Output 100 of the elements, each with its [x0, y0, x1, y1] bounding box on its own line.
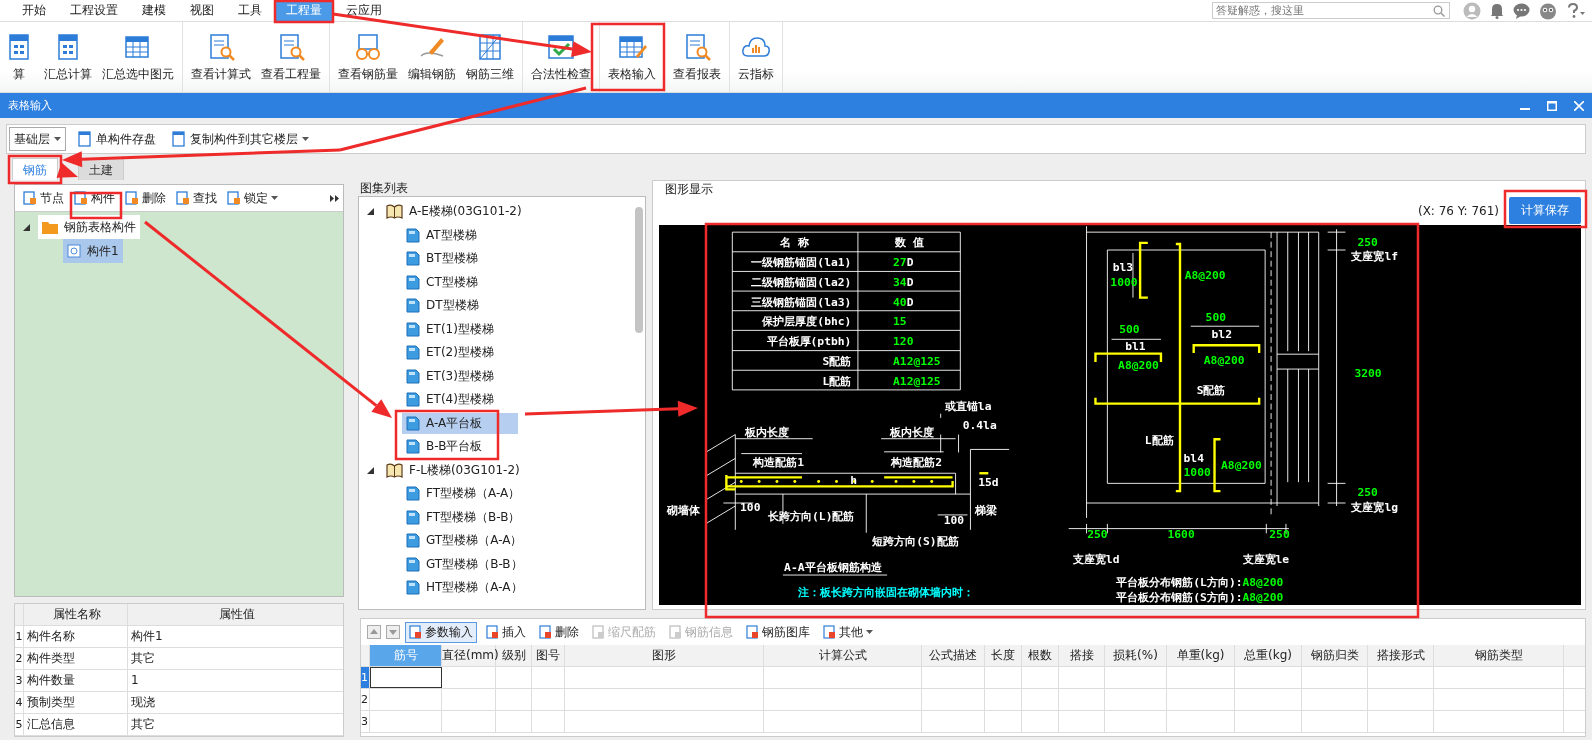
move-down-icon[interactable]	[386, 625, 400, 639]
ribbon-button[interactable]: 表格输入	[604, 22, 660, 92]
menu-tab[interactable]: 建模	[130, 0, 178, 21]
move-up-icon[interactable]	[367, 625, 381, 639]
table-cell[interactable]: 现浇	[127, 692, 343, 713]
tree-item[interactable]: ET(4)型楼梯	[402, 389, 502, 411]
menu-tab[interactable]: 工程设置	[58, 0, 130, 21]
document-icon	[23, 191, 37, 205]
tree-item[interactable]: FT型楼梯（A-A）	[402, 483, 529, 505]
column-header[interactable]: 图号	[532, 645, 565, 666]
tree-item[interactable]: GT型楼梯（B-B）	[402, 553, 531, 575]
row-number: 3	[15, 674, 23, 687]
row-number: 2	[361, 689, 370, 710]
toolbar-button[interactable]: 复制构件到其它楼层	[168, 130, 313, 148]
tree-item[interactable]: FT型楼梯（B-B）	[402, 506, 529, 528]
tool-button[interactable]: 参数输入	[405, 621, 477, 643]
tree-item[interactable]: DT型楼梯	[402, 295, 487, 317]
ribbon-button[interactable]: 汇总计算	[40, 22, 96, 92]
more-icon[interactable]	[330, 194, 339, 202]
ribbon-button[interactable]: 查看报表	[669, 22, 725, 92]
column-header[interactable]: 总重(kg)	[1235, 645, 1302, 666]
column-header[interactable]: 图形	[565, 645, 764, 666]
tool-button[interactable]: 删除	[535, 621, 583, 643]
selected-cell[interactable]	[370, 667, 442, 688]
document-icon	[172, 131, 186, 147]
tree-item[interactable]: F-L楼梯(03G101-2)	[382, 459, 528, 481]
bell-icon[interactable]	[1490, 2, 1504, 19]
table-cell[interactable]: 构件1	[127, 626, 343, 647]
chat-icon[interactable]	[1513, 2, 1530, 19]
ribbon-button[interactable]: 云指标	[734, 22, 778, 92]
tree-item[interactable]: AT型楼梯	[402, 224, 485, 246]
table-cell[interactable]: 其它	[127, 648, 343, 669]
tool-button[interactable]: 查找	[172, 187, 221, 209]
ribbon-button[interactable]: 编辑钢筋	[404, 22, 460, 92]
column-header[interactable]: 搭接形式	[1368, 645, 1434, 666]
column-header[interactable]: 损耗(%)	[1105, 645, 1167, 666]
table-cell: 保护层厚度(bhc)	[762, 315, 852, 329]
expand-triangle-icon[interactable]	[23, 223, 30, 231]
column-header[interactable]: 单重(kg)	[1167, 645, 1235, 666]
expand-triangle-icon[interactable]	[367, 208, 374, 216]
scrollbar-thumb[interactable]	[635, 207, 643, 333]
tree-item[interactable]: ET(1)型楼梯	[402, 318, 502, 340]
column-header[interactable]: 根数	[1022, 645, 1059, 666]
tool-button[interactable]: 锁定	[223, 187, 282, 209]
tree-item[interactable]: A-A平台板	[402, 412, 519, 434]
column-header[interactable]: 公式描述	[922, 645, 985, 666]
floor-dropdown[interactable]: 基础层	[9, 127, 66, 151]
search-field[interactable]: 答疑解惑，搜这里	[1212, 2, 1450, 19]
column-header[interactable]: 计算公式	[764, 645, 922, 666]
ribbon-button[interactable]: 汇总选中图元	[98, 22, 178, 92]
column-header[interactable]: 钢筋类型	[1434, 645, 1564, 666]
drawing-label: 3200	[1354, 366, 1382, 380]
column-header[interactable]: 直径(mm)	[442, 645, 496, 666]
ribbon-button[interactable]: 查看钢筋量	[334, 22, 402, 92]
document-icon	[539, 625, 552, 639]
menu-tab[interactable]: 工具	[226, 0, 274, 21]
ribbon-button[interactable]: 查看工程量	[257, 22, 325, 92]
menu-tab[interactable]: 开始	[10, 0, 58, 21]
tree-item[interactable]: B-B平台板	[402, 436, 491, 458]
tool-button[interactable]: 节点	[19, 187, 68, 209]
tree-item[interactable]: A-E楼梯(03G101-2)	[382, 201, 530, 223]
column-header[interactable]: 长度	[985, 645, 1022, 666]
ribbon-button[interactable]: 查看计算式	[187, 22, 255, 92]
tree-item[interactable]: 构件1	[63, 239, 123, 263]
drawing-label: 构造配筋1	[753, 456, 804, 470]
tree-item[interactable]: ET(2)型楼梯	[402, 342, 502, 364]
tree-item[interactable]: 钢筋表格构件	[38, 215, 140, 239]
drawing-label: 长跨方向(L)配筋	[768, 510, 855, 524]
tool-button[interactable]: 插入	[482, 621, 530, 643]
tree-item[interactable]: CT型楼梯	[402, 271, 486, 293]
mascot-icon[interactable]	[1539, 1, 1557, 20]
expand-triangle-icon[interactable]	[367, 466, 374, 474]
tree-item[interactable]: HT型楼梯（A-A）	[402, 577, 531, 599]
row-number: 1	[361, 667, 370, 688]
ribbon-button[interactable]: 算	[0, 22, 38, 92]
help-icon[interactable]	[1566, 2, 1586, 19]
calculate-save-button[interactable]: 计算保存	[1509, 197, 1581, 225]
tree-item[interactable]: ET(3)型楼梯	[402, 365, 502, 387]
drawing-label: S配筋	[1196, 384, 1226, 397]
tool-button[interactable]: 其他	[819, 621, 877, 643]
document-icon	[486, 625, 499, 639]
column-header[interactable]: 钢筋归类	[1302, 645, 1368, 666]
tab[interactable]: 钢筋	[12, 158, 58, 180]
maximize-icon[interactable]	[1547, 100, 1557, 111]
document-icon	[74, 191, 88, 205]
close-icon[interactable]	[1574, 100, 1584, 111]
tool-button[interactable]: 删除	[121, 187, 170, 209]
tool-button[interactable]: 钢筋图库	[742, 621, 814, 643]
menu-tab[interactable]: 云应用	[334, 0, 394, 21]
menu-tab[interactable]: 视图	[178, 0, 226, 21]
table-cell: 构件数量	[23, 670, 127, 691]
tree-item[interactable]: BT型楼梯	[402, 248, 486, 270]
table-cell[interactable]: 其它	[127, 714, 343, 735]
tree-item[interactable]: GT型楼梯（A-A）	[402, 530, 531, 552]
ribbon-button[interactable]: 钢筋三维	[462, 22, 518, 92]
table-cell[interactable]: 1	[127, 670, 343, 691]
search-icon[interactable]	[1433, 5, 1445, 17]
drawing-label: 构造配筋2	[891, 456, 943, 470]
toolbar-button[interactable]: 单构件存盘	[74, 130, 160, 148]
column-header[interactable]: 搭接	[1059, 645, 1105, 666]
